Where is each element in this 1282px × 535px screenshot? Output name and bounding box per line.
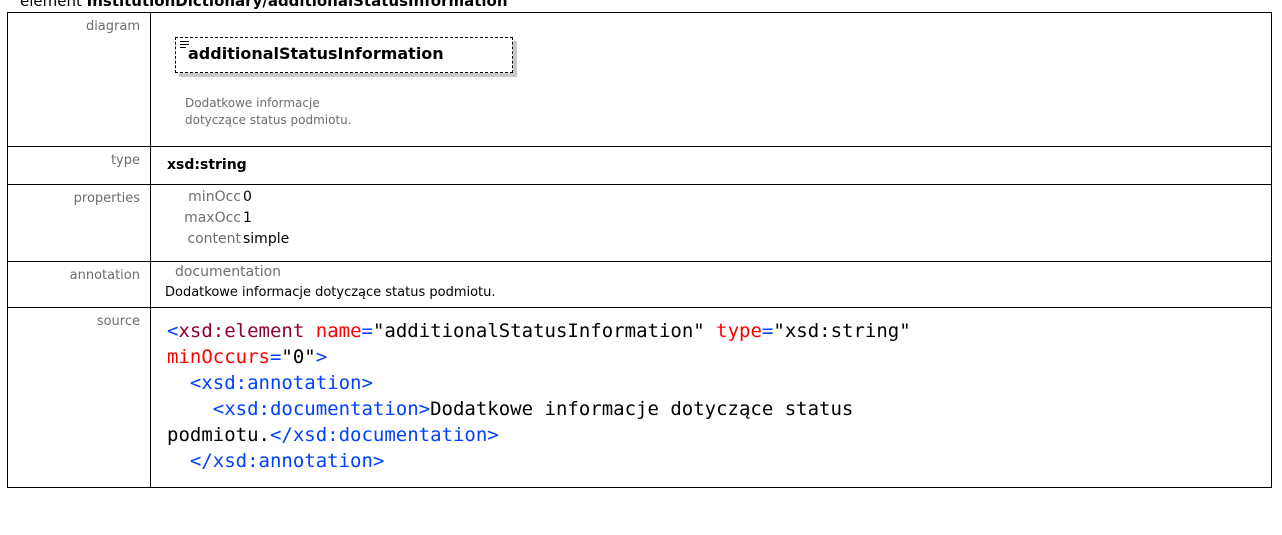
source-row: source <xsd:element name="additionalStat… (7, 307, 1272, 488)
annotation-value: Dodatkowe informacje dotyczące status po… (165, 285, 496, 300)
source-code: <xsd:element name="additionalStatusInfor… (167, 320, 911, 472)
type-label: type (7, 146, 151, 185)
heading-prefix: element (20, 0, 87, 10)
properties-label: properties (7, 184, 151, 262)
annotation-key: documentation (175, 264, 282, 280)
property-value: 0 (243, 189, 252, 205)
diagram-cell: additionalStatusInformation Dodatkowe in… (150, 12, 1272, 147)
source-label: source (7, 307, 151, 488)
diagram-element-name: additionalStatusInformation (188, 44, 444, 63)
annotation-row: annotation documentation Dodatkowe infor… (7, 261, 1272, 308)
diagram-documentation: Dodatkowe informacje dotyczące status po… (185, 96, 352, 127)
annotation-label: annotation (7, 261, 151, 308)
diagram-row: diagram additionalStatusInformation Doda… (7, 12, 1272, 147)
type-value[interactable]: xsd:string (150, 146, 1272, 185)
properties-cell: minOcc 0 maxOcc 1 content simple (150, 184, 1272, 262)
property-value: 1 (243, 210, 252, 226)
annotation-cell: documentation Dodatkowe informacje dotyc… (150, 261, 1272, 308)
element-doc-table: diagram additionalStatusInformation Doda… (7, 12, 1272, 488)
properties-row: properties minOcc 0 maxOcc 1 content sim… (7, 184, 1272, 262)
diagram-label: diagram (7, 12, 151, 147)
property-key: content (187, 231, 241, 247)
heading-path: InstitutionDictionary/additionalStatusIn… (86, 0, 508, 10)
element-heading: element InstitutionDictionary/additional… (20, 0, 508, 11)
diagram-element-box[interactable]: additionalStatusInformation (175, 37, 513, 73)
property-value: simple (243, 231, 290, 247)
type-row: type xsd:string (7, 146, 1272, 185)
property-key: maxOcc (184, 210, 241, 226)
property-key: minOcc (188, 189, 241, 205)
source-cell: <xsd:element name="additionalStatusInfor… (150, 307, 1272, 488)
